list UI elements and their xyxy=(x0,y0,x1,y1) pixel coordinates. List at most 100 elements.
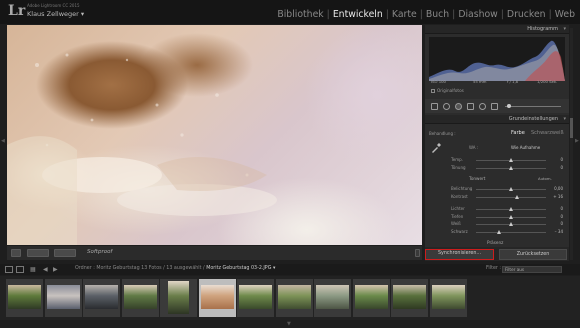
photo-toolbar: Softproof xyxy=(7,246,422,260)
slider-label: Belichtung xyxy=(451,186,473,191)
white-balance-eyedropper-icon[interactable] xyxy=(431,143,441,153)
histogram-shutter: 1/200 Sek. xyxy=(537,79,558,84)
filmstrip-thumbnail[interactable] xyxy=(352,279,390,317)
filmstrip-source-info[interactable]: Ordner : Moritz Geburtstag 13 Fotos / 13… xyxy=(75,266,275,271)
histogram-aperture: f / 1,8 xyxy=(507,79,519,84)
product-name: Adobe Lightroom CC 2015 xyxy=(27,3,80,8)
reset-button[interactable]: Zurücksetzen xyxy=(499,249,567,260)
module-web[interactable]: Web xyxy=(555,9,575,20)
photo-preview[interactable] xyxy=(7,25,422,245)
back-arrow-icon[interactable]: ◀ xyxy=(43,266,48,273)
filmstrip-thumbnail[interactable] xyxy=(391,279,428,317)
filter-label: Filter : xyxy=(486,266,502,271)
slider-knob[interactable] xyxy=(514,194,519,199)
treatment-bw-option[interactable]: Schwarzweiß xyxy=(531,130,564,136)
loupe-view-button[interactable] xyxy=(11,249,21,257)
original-photos-toggle[interactable]: Originalfotos xyxy=(431,88,464,93)
slider-value[interactable]: + 16 xyxy=(545,194,563,199)
right-panel-toggle-icon[interactable]: ▶ xyxy=(575,138,579,144)
slider-knob[interactable] xyxy=(509,187,513,191)
slider-value[interactable]: 0,00 xyxy=(545,186,563,191)
slider-knob[interactable] xyxy=(509,214,513,219)
before-after-button[interactable] xyxy=(27,249,49,257)
crop-tool-icon[interactable] xyxy=(431,103,438,110)
filmstrip-thumbnail[interactable] xyxy=(429,279,467,317)
slider-knob[interactable] xyxy=(509,222,513,226)
slider-track[interactable] xyxy=(476,222,546,226)
slider-track[interactable] xyxy=(476,207,546,211)
filmstrip-thumbnail[interactable] xyxy=(44,279,82,317)
slider-track[interactable] xyxy=(476,187,546,191)
slider-value[interactable]: – 34 xyxy=(545,229,563,234)
slider-value[interactable]: 0 xyxy=(545,221,563,226)
left-panel-toggle-icon[interactable]: ◀ xyxy=(1,138,5,144)
radial-filter-icon[interactable] xyxy=(479,103,486,110)
module-buch[interactable]: Buch xyxy=(426,9,449,20)
tool-amount-slider[interactable] xyxy=(505,104,561,108)
slider-value[interactable]: 0 xyxy=(545,157,563,162)
slider-label: Weiß xyxy=(451,221,461,226)
slider-label: Schwarz xyxy=(451,228,468,234)
module-entwickeln[interactable]: Entwickeln xyxy=(333,9,383,20)
filmstrip-thumbnail[interactable] xyxy=(6,279,43,317)
synchronize-button[interactable]: Synchronisieren... xyxy=(425,249,494,260)
checkbox-icon[interactable] xyxy=(431,89,435,93)
right-panel: Histogramm ▾ ISO 100 55 mm f / 1,8 1/200… xyxy=(425,25,569,261)
filmstrip-thumbnail[interactable] xyxy=(237,279,274,317)
slider-track[interactable] xyxy=(476,229,546,234)
slider-track[interactable] xyxy=(476,214,546,219)
top-bar: Lr Adobe Lightroom CC 2015 Klaus Zellweg… xyxy=(0,0,580,24)
filmstrip-thumbnail[interactable] xyxy=(160,279,197,317)
filmstrip-thumbnail[interactable] xyxy=(121,279,159,317)
secondary-window-2-icon[interactable] xyxy=(16,266,24,273)
slider-track[interactable] xyxy=(476,165,546,170)
compare-view-button[interactable] xyxy=(54,249,76,257)
filmstrip-thumbnail[interactable] xyxy=(275,279,313,317)
module-karte[interactable]: Karte xyxy=(392,9,417,20)
toolbar-menu-icon[interactable] xyxy=(415,249,420,257)
user-menu[interactable]: Klaus Zellweger ▾ xyxy=(27,10,84,18)
filmstrip-thumbnail[interactable] xyxy=(314,279,351,317)
histogram-header[interactable]: Histogramm ▾ xyxy=(425,25,569,34)
right-panel-scrollbar[interactable] xyxy=(570,28,573,260)
slider-value[interactable]: 0 xyxy=(545,206,563,211)
slider-knob[interactable] xyxy=(497,229,502,234)
filter-select[interactable]: Filter aus xyxy=(502,266,562,273)
auto-tone-button[interactable]: Autom. xyxy=(538,176,552,181)
secondary-window-1-icon[interactable] xyxy=(5,266,13,273)
module-separator: | xyxy=(548,9,552,20)
slider-track[interactable] xyxy=(476,158,546,162)
basic-panel-title: Grundeinstellungen xyxy=(508,116,558,122)
slider-knob[interactable] xyxy=(509,207,513,211)
slider-track[interactable] xyxy=(476,194,546,199)
original-photos-label: Originalfotos xyxy=(437,88,464,93)
basic-panel-header[interactable]: Grundeinstellungen ▾ xyxy=(425,115,569,124)
scrollbar-thumb[interactable] xyxy=(570,118,573,138)
slider-value[interactable]: 0 xyxy=(545,165,563,170)
filmstrip-thumbnail[interactable] xyxy=(83,279,120,317)
histogram-iso: ISO 100 xyxy=(431,79,446,84)
module-drucken[interactable]: Drucken xyxy=(507,9,546,20)
thumbnail-image xyxy=(200,285,234,309)
graduated-filter-icon[interactable] xyxy=(467,103,474,110)
spot-removal-icon[interactable] xyxy=(443,103,450,110)
forward-arrow-icon[interactable]: ▶ xyxy=(53,266,58,273)
slider-knob[interactable] xyxy=(509,158,513,162)
module-bibliothek[interactable]: Bibliothek xyxy=(277,9,323,20)
filmstrip-thumbnail[interactable] xyxy=(198,279,236,317)
treatment-color-option[interactable]: Farbe xyxy=(511,130,525,136)
thumbnail-image xyxy=(393,285,426,309)
bottom-panel-toggle-icon[interactable]: ▼ xyxy=(287,321,291,327)
slider-label: Kontrast xyxy=(451,193,468,199)
histogram[interactable] xyxy=(429,37,565,81)
slider-knob[interactable] xyxy=(507,104,511,108)
softproof-toggle[interactable]: Softproof xyxy=(87,249,112,255)
adjustment-brush-icon[interactable] xyxy=(491,103,498,110)
module-diashow[interactable]: Diashow xyxy=(458,9,497,20)
slider-value[interactable]: 0 xyxy=(545,214,563,219)
wb-preset-select[interactable]: Wie Aufnahme xyxy=(511,145,540,150)
slider-knob[interactable] xyxy=(509,165,513,170)
red-eye-icon[interactable] xyxy=(455,103,462,110)
slider-label: Tönung xyxy=(451,164,466,170)
grid-view-icon[interactable]: ▦ xyxy=(30,266,36,273)
